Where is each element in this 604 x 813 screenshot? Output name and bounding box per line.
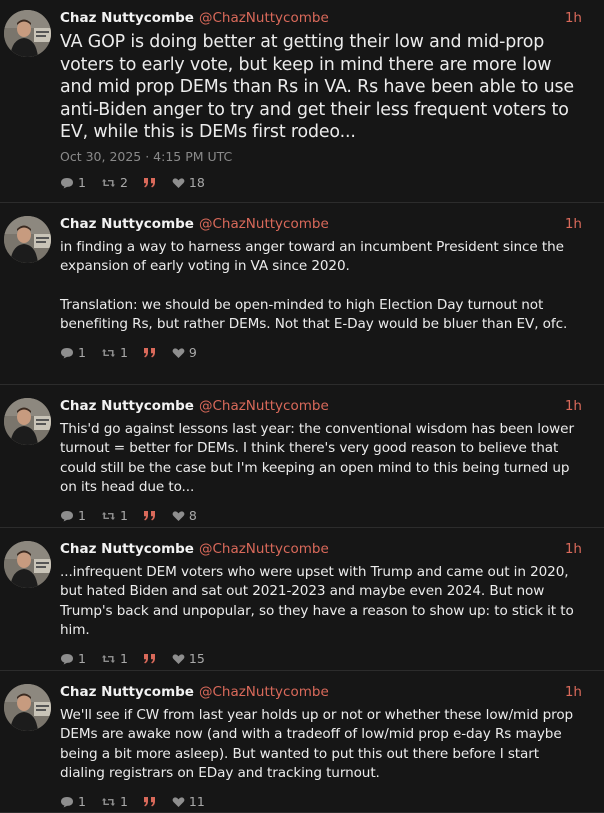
- retweet-count: 1: [119, 345, 128, 361]
- quote-icon: [143, 348, 155, 358]
- author-name[interactable]: Chaz Nuttycombe: [60, 9, 194, 27]
- tweet-header: Chaz Nuttycombe @ChazNuttycombe 1h: [60, 683, 582, 701]
- avatar[interactable]: [4, 216, 51, 263]
- reply-count: 1: [78, 794, 86, 810]
- quote-stat[interactable]: [143, 510, 157, 522]
- avatar[interactable]: [4, 541, 51, 588]
- retweet-count: 1: [119, 794, 128, 810]
- like-stat[interactable]: 18: [172, 175, 205, 191]
- author-handle[interactable]: @ChazNuttycombe: [199, 215, 329, 233]
- heart-icon: [172, 797, 185, 808]
- retweet-count: 1: [119, 508, 128, 524]
- tweet[interactable]: Chaz Nuttycombe @ChazNuttycombe 1h in fi…: [0, 203, 604, 385]
- avatar[interactable]: [4, 398, 51, 445]
- quote-icon: [143, 511, 155, 521]
- quote-icon: [143, 177, 155, 187]
- tweet-time[interactable]: 1h: [565, 215, 582, 233]
- tweet-date[interactable]: Oct 30, 2025 · 4:15 PM UTC: [60, 149, 582, 165]
- tweet[interactable]: Chaz Nuttycombe @ChazNuttycombe 1h We'll…: [0, 671, 604, 813]
- tweet-stats: 1 1 11: [60, 794, 582, 810]
- retweet-icon: [101, 798, 115, 807]
- heart-icon: [172, 654, 185, 665]
- quote-icon: [143, 654, 155, 664]
- tweet[interactable]: Chaz Nuttycombe @ChazNuttycombe 1h ...in…: [0, 528, 604, 671]
- tweet-text: in finding a way to harness anger toward…: [60, 239, 568, 333]
- reply-icon: [61, 511, 73, 522]
- like-count: 15: [188, 651, 205, 667]
- tweet-time[interactable]: 1h: [565, 397, 582, 415]
- like-count: 18: [188, 174, 205, 190]
- like-stat[interactable]: 9: [172, 345, 197, 361]
- heart-icon: [172, 177, 185, 188]
- avatar[interactable]: [4, 10, 51, 57]
- like-stat[interactable]: 11: [172, 794, 205, 810]
- reply-icon: [61, 797, 73, 808]
- reply-stat[interactable]: 1: [60, 794, 86, 810]
- author-name[interactable]: Chaz Nuttycombe: [60, 540, 194, 558]
- like-count: 9: [188, 345, 197, 361]
- reply-count: 1: [78, 345, 86, 361]
- tweet-stats: 1 1 9: [60, 345, 582, 361]
- avatar[interactable]: [4, 684, 51, 731]
- like-count: 8: [188, 508, 197, 524]
- tweet-stats: 1 2 18: [60, 175, 582, 191]
- heart-icon: [172, 348, 185, 359]
- heart-icon: [172, 511, 185, 522]
- tweet-time[interactable]: 1h: [565, 683, 582, 701]
- reply-stat[interactable]: 1: [60, 345, 86, 361]
- retweet-stat[interactable]: 1: [101, 345, 128, 361]
- author-handle[interactable]: @ChazNuttycombe: [199, 683, 329, 701]
- reply-count: 1: [78, 508, 86, 524]
- quote-stat[interactable]: [143, 796, 157, 808]
- author-name[interactable]: Chaz Nuttycombe: [60, 683, 194, 701]
- tweet-header: Chaz Nuttycombe @ChazNuttycombe 1h: [60, 540, 582, 558]
- quote-stat[interactable]: [143, 177, 157, 189]
- author-name[interactable]: Chaz Nuttycombe: [60, 397, 194, 415]
- like-stat[interactable]: 15: [172, 651, 205, 667]
- retweet-stat[interactable]: 2: [101, 175, 128, 191]
- author-name[interactable]: Chaz Nuttycombe: [60, 215, 194, 233]
- reply-stat[interactable]: 1: [60, 508, 86, 524]
- reply-count: 1: [78, 174, 86, 190]
- quote-icon: [143, 797, 155, 807]
- retweet-icon: [101, 512, 115, 521]
- tweet-stats: 1 1 8: [60, 508, 582, 524]
- author-handle[interactable]: @ChazNuttycombe: [199, 9, 329, 27]
- reply-stat[interactable]: 1: [60, 651, 86, 667]
- thread: Chaz Nuttycombe @ChazNuttycombe 1h VA GO…: [0, 0, 604, 813]
- tweet-text: ...infrequent DEM voters who were upset …: [60, 564, 578, 638]
- reply-stat[interactable]: 1: [60, 175, 86, 191]
- tweet-text: VA GOP is doing better at getting their …: [60, 32, 580, 142]
- author-handle[interactable]: @ChazNuttycombe: [199, 397, 329, 415]
- retweet-icon: [101, 655, 115, 664]
- tweet-header: Chaz Nuttycombe @ChazNuttycombe 1h: [60, 215, 582, 233]
- like-count: 11: [188, 794, 205, 810]
- quote-stat[interactable]: [143, 347, 157, 359]
- like-stat[interactable]: 8: [172, 508, 197, 524]
- tweet-stats: 1 1 15: [60, 651, 582, 667]
- retweet-stat[interactable]: 1: [101, 794, 128, 810]
- tweet-text: We'll see if CW from last year holds up …: [60, 707, 578, 781]
- tweet-text: This'd go against lessons last year: the…: [60, 421, 579, 495]
- reply-icon: [61, 177, 73, 188]
- author-handle[interactable]: @ChazNuttycombe: [199, 540, 329, 558]
- reply-icon: [61, 654, 73, 665]
- retweet-icon: [101, 178, 115, 187]
- tweet[interactable]: Chaz Nuttycombe @ChazNuttycombe 1h This'…: [0, 385, 604, 528]
- retweet-icon: [101, 349, 115, 358]
- tweet-time[interactable]: 1h: [565, 540, 582, 558]
- quote-stat[interactable]: [143, 653, 157, 665]
- tweet-time[interactable]: 1h: [565, 9, 582, 27]
- retweet-stat[interactable]: 1: [101, 651, 128, 667]
- reply-count: 1: [78, 651, 86, 667]
- reply-icon: [61, 348, 73, 359]
- retweet-count: 1: [119, 651, 128, 667]
- tweet-header: Chaz Nuttycombe @ChazNuttycombe 1h: [60, 397, 582, 415]
- retweet-stat[interactable]: 1: [101, 508, 128, 524]
- retweet-count: 2: [119, 174, 128, 190]
- tweet[interactable]: Chaz Nuttycombe @ChazNuttycombe 1h VA GO…: [0, 0, 604, 203]
- tweet-header: Chaz Nuttycombe @ChazNuttycombe 1h: [60, 9, 582, 27]
